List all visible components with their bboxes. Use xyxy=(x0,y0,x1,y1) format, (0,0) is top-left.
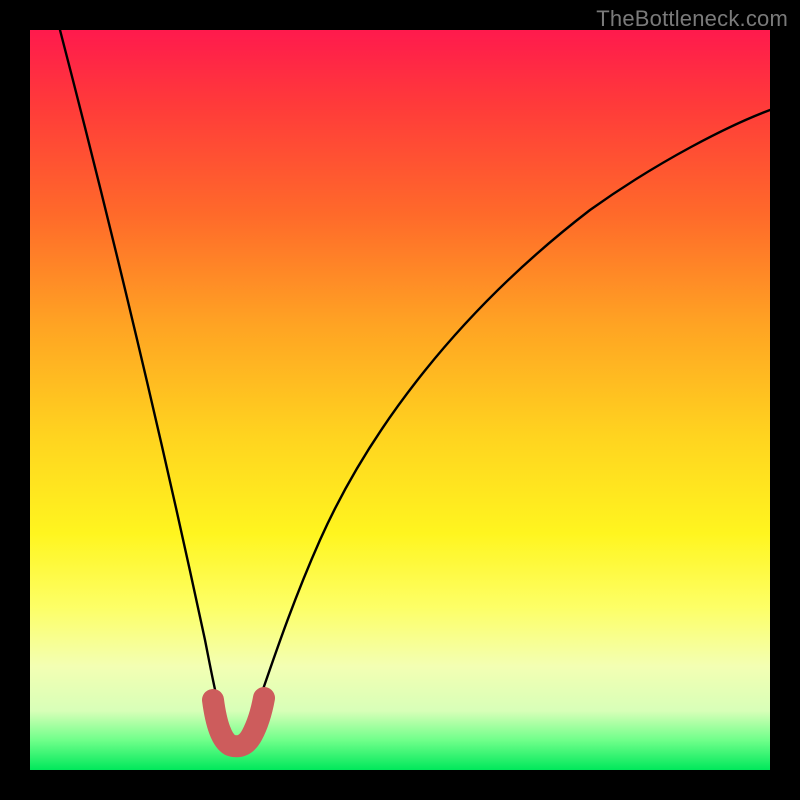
bottleneck-curve xyxy=(60,30,770,746)
chart-plot-area xyxy=(30,30,770,770)
bottleneck-curve-svg xyxy=(30,30,770,770)
watermark-text: TheBottleneck.com xyxy=(596,6,788,32)
curve-minimum-highlight xyxy=(213,698,264,746)
